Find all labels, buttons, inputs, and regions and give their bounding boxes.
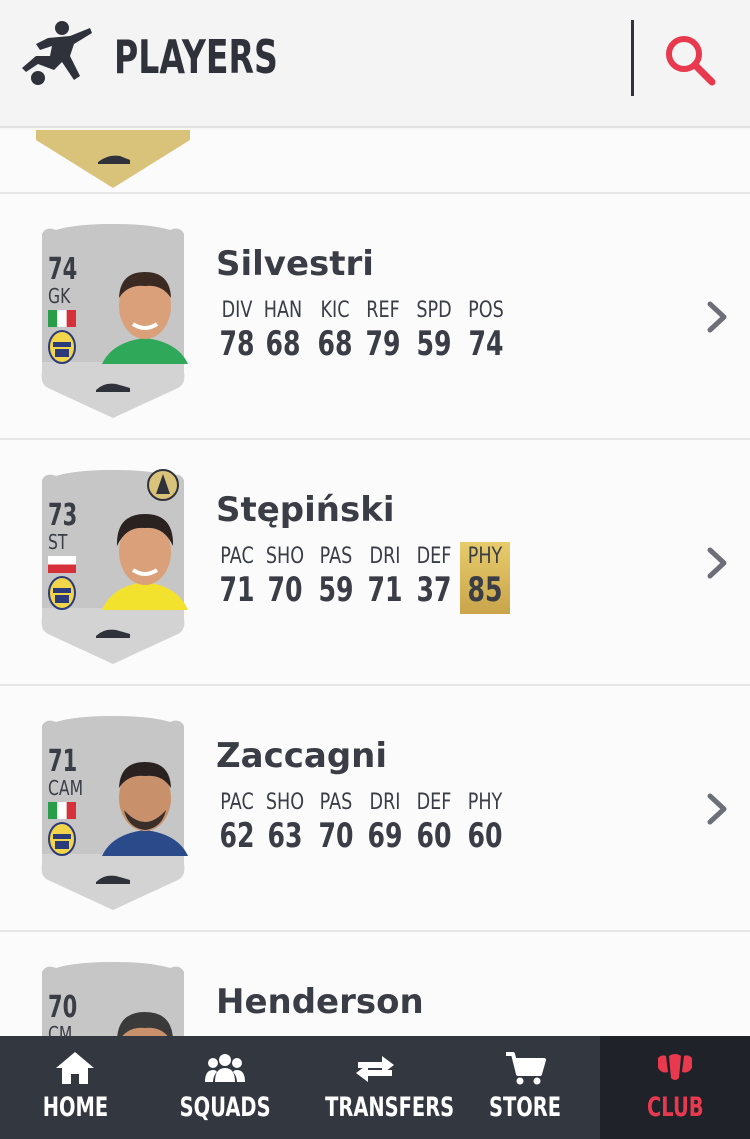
chevron-right-icon[interactable] — [706, 546, 730, 580]
player-position: CM — [48, 1022, 73, 1036]
chevron-right-icon[interactable] — [706, 300, 730, 334]
player-row[interactable]: 71 CAM Zaccagni PAC 62 SHO 63 PAS 70 DRI 69 — [0, 686, 750, 932]
player-list[interactable]: 74 GK Silvestri DIV 78 HAN 68 KIC 68 REF 79 — [0, 130, 750, 1036]
player-position: ST — [48, 530, 68, 554]
poland-flag-icon — [48, 556, 76, 573]
page-title: PLAYERS — [114, 30, 278, 84]
stat-sho: SHO 63 — [265, 790, 305, 856]
player-photo — [102, 272, 188, 364]
player-card: 70 CM — [36, 960, 190, 1036]
transfers-icon — [356, 1056, 394, 1082]
player-row[interactable]: 70 CM Henderson — [0, 932, 750, 1036]
player-rating: 74 — [48, 252, 78, 287]
chevron-right-icon[interactable] — [706, 792, 730, 826]
nav-transfers[interactable]: TRANSFERS — [300, 1036, 454, 1139]
player-row-partial[interactable] — [0, 130, 750, 194]
nav-home[interactable]: HOME — [0, 1036, 150, 1139]
stat-phy: PHY 60 — [467, 790, 503, 856]
italy-flag-icon — [48, 310, 76, 327]
player-row[interactable]: 73 ST Stępiński PAC 71 SHO 70 PAS 59 DRI 71 — [0, 440, 750, 686]
boot-icon — [96, 383, 130, 392]
stat-pac: PAC 71 — [219, 544, 255, 610]
boot-icon — [96, 875, 130, 884]
club-crest-icon — [48, 576, 76, 610]
club-icon — [658, 1054, 692, 1080]
stat-kic: KIC 68 — [317, 298, 353, 364]
nav-label: HOME — [42, 1092, 108, 1123]
nav-label: SQUADS — [179, 1092, 271, 1123]
gold-card-bottom — [36, 130, 190, 188]
player-photo — [102, 514, 188, 610]
stat-def: DEF 60 — [416, 790, 452, 856]
player-rating: 71 — [48, 744, 78, 779]
stat-dri: DRI 69 — [367, 790, 403, 856]
chemistry-style-icon — [147, 469, 179, 501]
nav-squads[interactable]: SQUADS — [150, 1036, 300, 1139]
nav-label: CLUB — [646, 1092, 704, 1123]
nav-store[interactable]: STORE — [450, 1036, 600, 1139]
stat-div: DIV 78 — [219, 298, 255, 364]
player-card: 73 ST — [36, 468, 190, 664]
stat-spd: SPD 59 — [416, 298, 452, 364]
stat-han: HAN 68 — [263, 298, 303, 364]
nav-club[interactable]: CLUB — [600, 1036, 750, 1139]
italy-flag-icon — [48, 802, 76, 819]
player-position: GK — [48, 284, 71, 308]
player-name: Silvestri — [216, 244, 374, 284]
squads-icon — [205, 1054, 245, 1082]
player-rating: 70 — [48, 990, 78, 1025]
stat-ref: REF 79 — [365, 298, 401, 364]
home-icon — [56, 1052, 94, 1084]
stat-pas: PAS 59 — [318, 544, 354, 610]
stat-pos: POS 74 — [468, 298, 504, 364]
player-name: Stępiński — [216, 490, 395, 530]
footballer-kick-icon — [22, 21, 92, 85]
player-photo — [117, 1012, 173, 1036]
club-crest-icon — [48, 822, 76, 856]
stat-sho: SHO 70 — [265, 544, 305, 610]
nav-label: STORE — [488, 1092, 562, 1123]
stat-def: DEF 37 — [416, 544, 452, 610]
search-icon[interactable] — [664, 34, 716, 86]
boot-icon — [96, 629, 130, 638]
bottom-nav: HOME SQUADS TRANSFERS STORE CLUB — [0, 1036, 750, 1139]
stat-pas: PAS 70 — [318, 790, 354, 856]
cart-icon — [506, 1052, 546, 1085]
header-divider — [631, 20, 634, 96]
player-position: CAM — [48, 776, 84, 800]
stat-pac: PAC 62 — [219, 790, 255, 856]
club-crest-icon — [48, 330, 76, 364]
player-name: Henderson — [216, 982, 424, 1022]
player-rating: 73 — [48, 498, 78, 533]
player-row[interactable]: 74 GK Silvestri DIV 78 HAN 68 KIC 68 REF 79 — [0, 194, 750, 440]
stat-phy-highlighted: PHY 85 — [460, 542, 510, 614]
nav-label: TRANSFERS — [325, 1092, 455, 1123]
stat-dri: DRI 71 — [367, 544, 403, 610]
player-photo — [102, 762, 188, 856]
player-card: 71 CAM — [36, 714, 190, 910]
player-card: 74 GK — [36, 222, 190, 418]
player-name: Zaccagni — [216, 736, 388, 776]
top-bar: PLAYERS — [0, 0, 750, 128]
